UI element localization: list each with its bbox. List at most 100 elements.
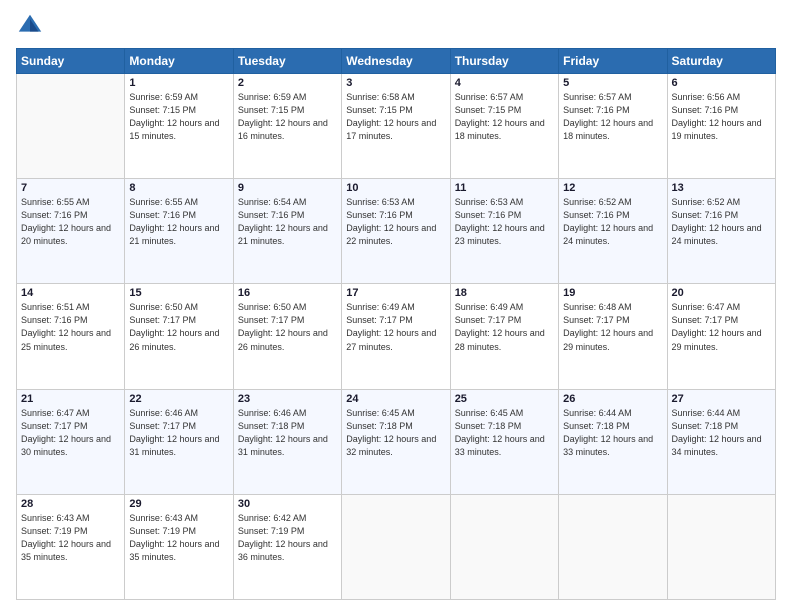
day-number: 7 (21, 182, 120, 194)
calendar-cell: 22 Sunrise: 6:46 AMSunset: 7:17 PMDayligh… (125, 389, 233, 494)
day-info: Sunrise: 6:52 AMSunset: 7:16 PMDaylight:… (672, 196, 771, 248)
calendar-week-1: 1 Sunrise: 6:59 AMSunset: 7:15 PMDaylight… (17, 74, 776, 179)
page: SundayMondayTuesdayWednesdayThursdayFrid… (0, 0, 792, 612)
calendar-cell: 17Sunrise: 6:49 AMSunset: 7:17 PMDayligh… (342, 284, 450, 389)
day-info: Sunrise: 6:43 AMSunset: 7:19 PMDaylight:… (21, 512, 120, 564)
calendar-cell: 28 Sunrise: 6:43 AMSunset: 7:19 PMDayligh… (17, 494, 125, 599)
day-number: 15 (129, 287, 228, 299)
calendar-cell (667, 494, 775, 599)
calendar-cell: 23Sunrise: 6:46 AMSunset: 7:18 PMDayligh… (233, 389, 341, 494)
day-header-sunday: Sunday (17, 49, 125, 74)
day-info: Sunrise: 6:42 AMSunset: 7:19 PMDaylight:… (238, 512, 337, 564)
calendar-cell: 30 Sunrise: 6:42 AMSunset: 7:19 PMDayligh… (233, 494, 341, 599)
day-number: 16 (238, 287, 337, 299)
day-info: Sunrise: 6:45 AMSunset: 7:18 PMDaylight:… (455, 407, 554, 459)
calendar-week-4: 21Sunrise: 6:47 AMSunset: 7:17 PMDayligh… (17, 389, 776, 494)
calendar-cell (17, 74, 125, 179)
calendar-week-5: 28 Sunrise: 6:43 AMSunset: 7:19 PMDayligh… (17, 494, 776, 599)
day-info: Sunrise: 6:55 AMSunset: 7:16 PMDaylight:… (129, 196, 228, 248)
day-info: Sunrise: 6:49 AMSunset: 7:17 PMDaylight:… (346, 301, 445, 353)
calendar-cell (342, 494, 450, 599)
day-info: Sunrise: 6:47 AMSunset: 7:17 PMDaylight:… (21, 407, 120, 459)
day-info: Sunrise: 6:53 AMSunset: 7:16 PMDaylight:… (455, 196, 554, 248)
day-number: 27 (672, 393, 771, 405)
day-number: 4 (455, 77, 554, 89)
day-number: 28 (21, 498, 120, 510)
day-number: 11 (455, 182, 554, 194)
calendar-cell: 6 Sunrise: 6:56 AMSunset: 7:16 PMDaylight… (667, 74, 775, 179)
day-info: Sunrise: 6:51 AMSunset: 7:16 PMDaylight:… (21, 301, 120, 353)
calendar-cell: 9 Sunrise: 6:54 AMSunset: 7:16 PMDaylight… (233, 179, 341, 284)
day-info: Sunrise: 6:53 AMSunset: 7:16 PMDaylight:… (346, 196, 445, 248)
day-number: 5 (563, 77, 662, 89)
logo (16, 12, 48, 40)
day-number: 8 (129, 182, 228, 194)
calendar-cell: 11 Sunrise: 6:53 AMSunset: 7:16 PMDayligh… (450, 179, 558, 284)
day-header-saturday: Saturday (667, 49, 775, 74)
day-number: 1 (129, 77, 228, 89)
day-info: Sunrise: 6:45 AMSunset: 7:18 PMDaylight:… (346, 407, 445, 459)
day-info: Sunrise: 6:44 AMSunset: 7:18 PMDaylight:… (672, 407, 771, 459)
day-number: 10 (346, 182, 445, 194)
calendar-header-row: SundayMondayTuesdayWednesdayThursdayFrid… (17, 49, 776, 74)
day-info: Sunrise: 6:46 AMSunset: 7:18 PMDaylight:… (238, 407, 337, 459)
day-number: 25 (455, 393, 554, 405)
calendar-cell: 12 Sunrise: 6:52 AMSunset: 7:16 PMDayligh… (559, 179, 667, 284)
day-header-tuesday: Tuesday (233, 49, 341, 74)
day-info: Sunrise: 6:54 AMSunset: 7:16 PMDaylight:… (238, 196, 337, 248)
calendar-cell: 29 Sunrise: 6:43 AMSunset: 7:19 PMDayligh… (125, 494, 233, 599)
calendar-cell: 1 Sunrise: 6:59 AMSunset: 7:15 PMDaylight… (125, 74, 233, 179)
logo-icon (16, 12, 44, 40)
calendar-cell: 2 Sunrise: 6:59 AMSunset: 7:15 PMDaylight… (233, 74, 341, 179)
day-number: 9 (238, 182, 337, 194)
day-number: 26 (563, 393, 662, 405)
calendar-week-2: 7 Sunrise: 6:55 AMSunset: 7:16 PMDaylight… (17, 179, 776, 284)
day-number: 18 (455, 287, 554, 299)
day-header-thursday: Thursday (450, 49, 558, 74)
calendar-cell: 5 Sunrise: 6:57 AMSunset: 7:16 PMDaylight… (559, 74, 667, 179)
calendar-cell: 19Sunrise: 6:48 AMSunset: 7:17 PMDayligh… (559, 284, 667, 389)
day-header-monday: Monday (125, 49, 233, 74)
day-info: Sunrise: 6:50 AMSunset: 7:17 PMDaylight:… (238, 301, 337, 353)
day-info: Sunrise: 6:56 AMSunset: 7:16 PMDaylight:… (672, 91, 771, 143)
calendar-cell: 26 Sunrise: 6:44 AMSunset: 7:18 PMDayligh… (559, 389, 667, 494)
day-header-wednesday: Wednesday (342, 49, 450, 74)
calendar-cell (450, 494, 558, 599)
day-info: Sunrise: 6:59 AMSunset: 7:15 PMDaylight:… (129, 91, 228, 143)
calendar-table: SundayMondayTuesdayWednesdayThursdayFrid… (16, 48, 776, 600)
calendar-cell: 20Sunrise: 6:47 AMSunset: 7:17 PMDayligh… (667, 284, 775, 389)
day-info: Sunrise: 6:57 AMSunset: 7:16 PMDaylight:… (563, 91, 662, 143)
calendar-cell: 13 Sunrise: 6:52 AMSunset: 7:16 PMDayligh… (667, 179, 775, 284)
calendar-cell: 21Sunrise: 6:47 AMSunset: 7:17 PMDayligh… (17, 389, 125, 494)
calendar-cell: 8 Sunrise: 6:55 AMSunset: 7:16 PMDaylight… (125, 179, 233, 284)
day-number: 22 (129, 393, 228, 405)
day-number: 30 (238, 498, 337, 510)
day-info: Sunrise: 6:52 AMSunset: 7:16 PMDaylight:… (563, 196, 662, 248)
day-info: Sunrise: 6:47 AMSunset: 7:17 PMDaylight:… (672, 301, 771, 353)
day-number: 6 (672, 77, 771, 89)
calendar-cell: 25 Sunrise: 6:45 AMSunset: 7:18 PMDayligh… (450, 389, 558, 494)
calendar-cell: 24 Sunrise: 6:45 AMSunset: 7:18 PMDayligh… (342, 389, 450, 494)
day-info: Sunrise: 6:59 AMSunset: 7:15 PMDaylight:… (238, 91, 337, 143)
day-number: 14 (21, 287, 120, 299)
day-header-friday: Friday (559, 49, 667, 74)
calendar-cell: 10 Sunrise: 6:53 AMSunset: 7:16 PMDayligh… (342, 179, 450, 284)
day-info: Sunrise: 6:46 AMSunset: 7:17 PMDaylight:… (129, 407, 228, 459)
day-info: Sunrise: 6:57 AMSunset: 7:15 PMDaylight:… (455, 91, 554, 143)
header (16, 12, 776, 40)
calendar-cell: 27 Sunrise: 6:44 AMSunset: 7:18 PMDayligh… (667, 389, 775, 494)
calendar-cell: 18 Sunrise: 6:49 AMSunset: 7:17 PMDayligh… (450, 284, 558, 389)
day-number: 29 (129, 498, 228, 510)
day-number: 3 (346, 77, 445, 89)
calendar-week-3: 14 Sunrise: 6:51 AMSunset: 7:16 PMDayligh… (17, 284, 776, 389)
day-info: Sunrise: 6:44 AMSunset: 7:18 PMDaylight:… (563, 407, 662, 459)
day-number: 13 (672, 182, 771, 194)
day-info: Sunrise: 6:49 AMSunset: 7:17 PMDaylight:… (455, 301, 554, 353)
day-number: 12 (563, 182, 662, 194)
day-info: Sunrise: 6:48 AMSunset: 7:17 PMDaylight:… (563, 301, 662, 353)
calendar-cell: 15Sunrise: 6:50 AMSunset: 7:17 PMDayligh… (125, 284, 233, 389)
day-info: Sunrise: 6:43 AMSunset: 7:19 PMDaylight:… (129, 512, 228, 564)
day-number: 24 (346, 393, 445, 405)
day-number: 2 (238, 77, 337, 89)
calendar-cell: 7Sunrise: 6:55 AMSunset: 7:16 PMDaylight… (17, 179, 125, 284)
